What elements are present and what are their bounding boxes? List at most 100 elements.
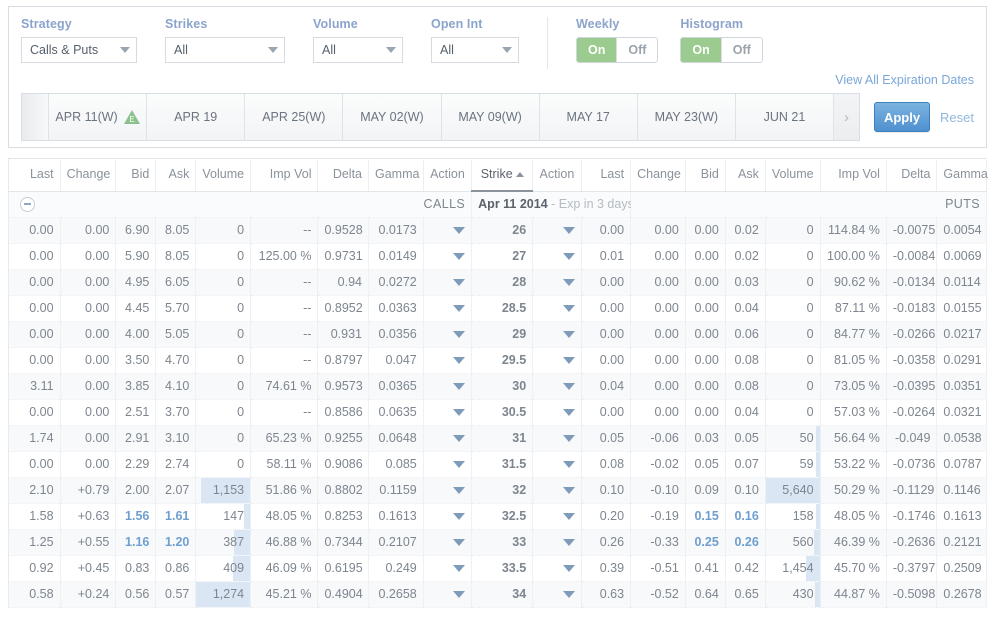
action-dropdown-caret-icon[interactable] [453,435,465,442]
put-action[interactable] [533,321,581,347]
expiration-tab-0[interactable]: APR 11(W)E [48,94,146,140]
call-action[interactable] [423,321,471,347]
action-dropdown-caret-icon[interactable] [453,487,465,494]
action-dropdown-caret-icon[interactable] [563,513,575,520]
action-dropdown-caret-icon[interactable] [563,305,575,312]
action-dropdown-caret-icon[interactable] [563,435,575,442]
column-header-strike[interactable]: Strike [472,159,533,192]
column-header-calls-imp-vol[interactable]: Imp Vol [251,159,318,192]
action-dropdown-caret-icon[interactable] [563,461,575,468]
earnings-triangle-icon[interactable]: E [124,110,140,124]
action-dropdown-caret-icon[interactable] [453,383,465,390]
action-dropdown-caret-icon[interactable] [453,305,465,312]
expiration-tab-3[interactable]: MAY 02(W) [342,94,440,140]
put-action[interactable] [533,217,581,243]
action-dropdown-caret-icon[interactable] [563,279,575,286]
weekly-toggle[interactable]: On Off [576,37,658,63]
action-dropdown-caret-icon[interactable] [563,539,575,546]
action-dropdown-caret-icon[interactable] [453,279,465,286]
column-header-puts-delta[interactable]: Delta [886,159,937,192]
put-action[interactable] [533,295,581,321]
call-action[interactable] [423,399,471,425]
action-dropdown-caret-icon[interactable] [453,513,465,520]
reset-link[interactable]: Reset [940,110,974,125]
call-action[interactable] [423,451,471,477]
put-action[interactable] [533,477,581,503]
column-header-calls-gamma[interactable]: Gamma [369,159,424,192]
action-dropdown-caret-icon[interactable] [563,357,575,364]
call-action[interactable] [423,503,471,529]
action-dropdown-caret-icon[interactable] [563,331,575,338]
collapse-group-cell[interactable] [9,191,61,217]
histogram-toggle-on[interactable]: On [681,38,720,62]
action-dropdown-caret-icon[interactable] [453,253,465,260]
expiration-tab-5[interactable]: MAY 17 [539,94,637,140]
action-dropdown-caret-icon[interactable] [453,409,465,416]
expiration-prev-arrow[interactable] [22,94,48,140]
column-header-puts-action[interactable]: Action [533,159,581,192]
put-action[interactable] [533,399,581,425]
call-action[interactable] [423,581,471,607]
strikes-select[interactable]: All [165,37,285,63]
put-action[interactable] [533,555,581,581]
histogram-toggle-off[interactable]: Off [721,38,762,62]
action-dropdown-caret-icon[interactable] [563,487,575,494]
column-header-puts-volume[interactable]: Volume [765,159,820,192]
call-action[interactable] [423,269,471,295]
call-action[interactable] [423,555,471,581]
column-header-puts-imp-vol[interactable]: Imp Vol [820,159,886,192]
put-action[interactable] [533,347,581,373]
put-action[interactable] [533,243,581,269]
action-dropdown-caret-icon[interactable] [453,591,465,598]
minus-circle-icon[interactable] [20,197,35,212]
action-dropdown-caret-icon[interactable] [453,461,465,468]
column-header-calls-bid[interactable]: Bid [116,159,156,192]
put-action[interactable] [533,373,581,399]
weekly-toggle-off[interactable]: Off [616,38,657,62]
action-dropdown-caret-icon[interactable] [563,409,575,416]
call-action[interactable] [423,217,471,243]
expiration-tab-4[interactable]: MAY 09(W) [441,94,539,140]
column-header-calls-change[interactable]: Change [60,159,116,192]
call-action[interactable] [423,425,471,451]
action-dropdown-caret-icon[interactable] [453,357,465,364]
expiration-tab-6[interactable]: MAY 23(W) [637,94,735,140]
column-header-puts-gamma[interactable]: Gamma [937,159,987,192]
column-header-calls-last[interactable]: Last [9,159,61,192]
strategy-select[interactable]: Calls & Puts [21,37,137,63]
weekly-toggle-on[interactable]: On [577,38,616,62]
action-dropdown-caret-icon[interactable] [563,253,575,260]
put-action[interactable] [533,581,581,607]
expiration-tab-7[interactable]: JUN 21 [735,94,833,140]
action-dropdown-caret-icon[interactable] [453,565,465,572]
column-header-puts-bid[interactable]: Bid [685,159,725,192]
put-action[interactable] [533,451,581,477]
action-dropdown-caret-icon[interactable] [563,565,575,572]
volume-select[interactable]: All [313,37,403,63]
expiration-tab-2[interactable]: APR 25(W) [244,94,342,140]
put-action[interactable] [533,529,581,555]
action-dropdown-caret-icon[interactable] [453,331,465,338]
action-dropdown-caret-icon[interactable] [563,227,575,234]
apply-button[interactable]: Apply [874,102,930,132]
action-dropdown-caret-icon[interactable] [453,227,465,234]
column-header-calls-volume[interactable]: Volume [196,159,251,192]
call-action[interactable] [423,347,471,373]
column-header-puts-change[interactable]: Change [631,159,686,192]
expiration-tab-1[interactable]: APR 19 [146,94,244,140]
column-header-calls-ask[interactable]: Ask [156,159,196,192]
column-header-calls-delta[interactable]: Delta [318,159,369,192]
open-int-select[interactable]: All [431,37,519,63]
put-action[interactable] [533,425,581,451]
put-action[interactable] [533,503,581,529]
action-dropdown-caret-icon[interactable] [563,591,575,598]
action-dropdown-caret-icon[interactable] [453,539,465,546]
call-action[interactable] [423,295,471,321]
call-action[interactable] [423,477,471,503]
call-action[interactable] [423,243,471,269]
column-header-calls-action[interactable]: Action [423,159,471,192]
action-dropdown-caret-icon[interactable] [563,383,575,390]
call-action[interactable] [423,529,471,555]
column-header-puts-ask[interactable]: Ask [725,159,765,192]
put-action[interactable] [533,269,581,295]
